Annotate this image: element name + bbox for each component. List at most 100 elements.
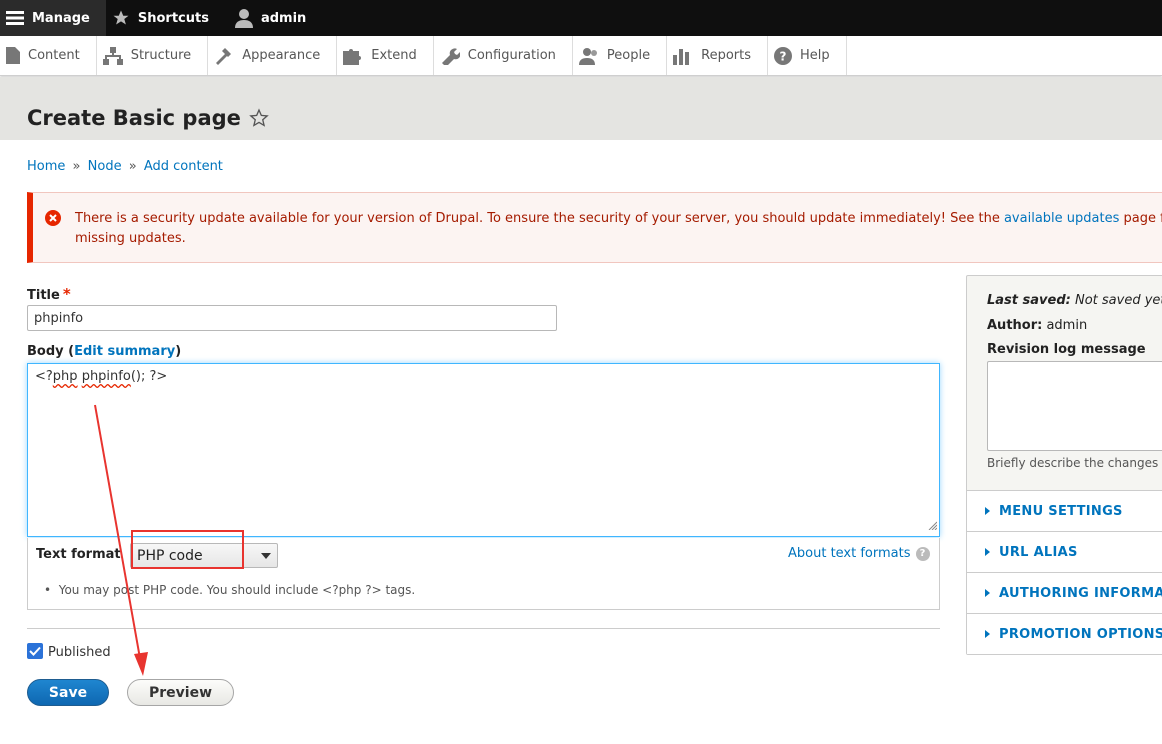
last-saved: Last saved: Not saved yet [987,293,1162,308]
alert-text: There is a security update available for… [75,211,1004,226]
tray-item-label: Extend [371,48,417,63]
caret-down-icon [261,552,271,559]
manage-button[interactable]: Manage [0,0,106,36]
tray-item-help[interactable]: ? Help [768,36,847,75]
last-saved-value: Not saved yet [1074,293,1162,308]
published-label: Published [48,645,111,660]
page-title: Create Basic page [27,106,241,130]
last-saved-label: Last saved: [987,293,1071,308]
available-updates-link[interactable]: available updates [1004,211,1119,226]
tray-item-label: Content [28,48,80,63]
section-label: AUTHORING INFORMATION [999,585,1162,601]
security-alert: There is a security update available for… [27,192,1162,263]
triangle-right-icon [985,589,990,597]
svg-text:?: ? [780,49,787,63]
title-input[interactable] [27,305,557,331]
divider [27,628,940,629]
people-icon [578,47,599,65]
edit-summary-link[interactable]: Edit summary [74,344,175,359]
breadcrumb: Home » Node » Add content [27,159,223,174]
author: Author: admin [987,318,1087,333]
help-icon: ? [774,46,792,65]
revision-hint: Briefly describe the changes [987,456,1159,470]
body-textarea[interactable]: <?php phpinfo(); ?> [27,363,940,537]
tray-item-label: Help [800,48,830,63]
sidebar-section-menu-settings[interactable]: MENU SETTINGS [967,490,1162,531]
sidebar-section-authoring-information[interactable]: AUTHORING INFORMATION [967,572,1162,613]
tray-item-reports[interactable]: Reports [667,36,768,75]
revision-log-textarea[interactable] [987,361,1162,451]
body-code-suffix: (); ?> [130,369,168,384]
save-button[interactable]: Save [27,679,109,706]
manage-label: Manage [32,10,90,26]
author-value: admin [1046,318,1088,333]
triangle-right-icon [985,630,990,638]
tray-item-structure[interactable]: Structure [97,36,209,75]
extend-icon [343,47,363,65]
body-code-php: php [52,369,78,384]
format-tip: • You may post PHP code. You should incl… [44,583,416,597]
breadcrumb-node[interactable]: Node [88,159,122,174]
alert-message: There is a security update available for… [75,209,1162,249]
body-code-prefix: <? [35,369,53,384]
section-label: URL ALIAS [999,544,1078,560]
error-icon [45,210,61,230]
alert-text-after: page fo [1123,211,1162,226]
page-title-wrap: Create Basic page [27,106,269,130]
content-icon [6,47,20,64]
sidebar-section-url-alias[interactable]: URL ALIAS [967,531,1162,572]
section-label: PROMOTION OPTIONS [999,626,1162,642]
breadcrumb-separator: » [72,159,81,174]
structure-icon [102,46,123,65]
about-text-formats[interactable]: About text formats ? [788,546,930,561]
title-label: Title * [27,285,71,303]
wrench-icon [440,47,460,65]
shortcuts-button[interactable]: Shortcuts [106,0,221,36]
user-label: admin [260,10,307,26]
reports-icon [673,47,693,65]
hamburger-icon [6,11,24,25]
shortcuts-label: Shortcuts [137,10,209,26]
admin-toolbar: Manage Shortcuts admin [0,0,1162,36]
tray-item-content[interactable]: Content [0,36,97,75]
breadcrumb-separator: » [128,159,137,174]
user-button[interactable]: admin [221,0,318,36]
published-checkbox-row[interactable]: Published [27,642,111,660]
tray-item-extend[interactable]: Extend [337,36,434,75]
section-label: MENU SETTINGS [999,503,1123,519]
star-icon [112,9,130,27]
body-label-text: Body [27,344,64,359]
preview-button[interactable]: Preview [127,679,234,706]
help-icon: ? [915,546,930,561]
tray-item-label: Reports [701,48,751,63]
user-icon [234,8,253,28]
alert-text-line2: missing updates. [75,231,186,246]
text-format-label: Text format [36,547,121,562]
about-text-formats-label: About text formats [788,546,911,561]
admin-tray: Content Structure Appearance Extend Conf… [0,36,1162,76]
body-code-fn: phpinfo [81,369,131,384]
required-mark: * [62,285,71,303]
tray-item-label: Configuration [467,48,556,63]
triangle-right-icon [985,548,990,556]
revision-label: Revision log message [987,342,1146,357]
tray-item-label: People [606,48,651,63]
triangle-right-icon [985,507,990,515]
tray-item-label: Structure [130,48,192,63]
published-checkbox[interactable] [27,642,43,659]
shortcut-star-icon[interactable] [249,108,269,128]
breadcrumb-home[interactable]: Home [27,159,65,174]
sidebar-section-promotion-options[interactable]: PROMOTION OPTIONS [967,613,1162,654]
breadcrumb-add-content[interactable]: Add content [144,159,223,174]
format-tip-text: You may post PHP code. You should includ… [58,583,416,597]
body-label: Body (Edit summary) [27,344,182,359]
title-label-text: Title [27,288,60,303]
highlight-box [131,530,244,569]
resize-handle-icon[interactable] [928,519,938,534]
tray-item-appearance[interactable]: Appearance [208,36,338,75]
tray-item-configuration[interactable]: Configuration [434,36,573,75]
author-label: Author: [987,318,1043,333]
appearance-icon [214,47,234,65]
tray-item-label: Appearance [242,48,321,63]
tray-item-people[interactable]: People [573,36,668,75]
